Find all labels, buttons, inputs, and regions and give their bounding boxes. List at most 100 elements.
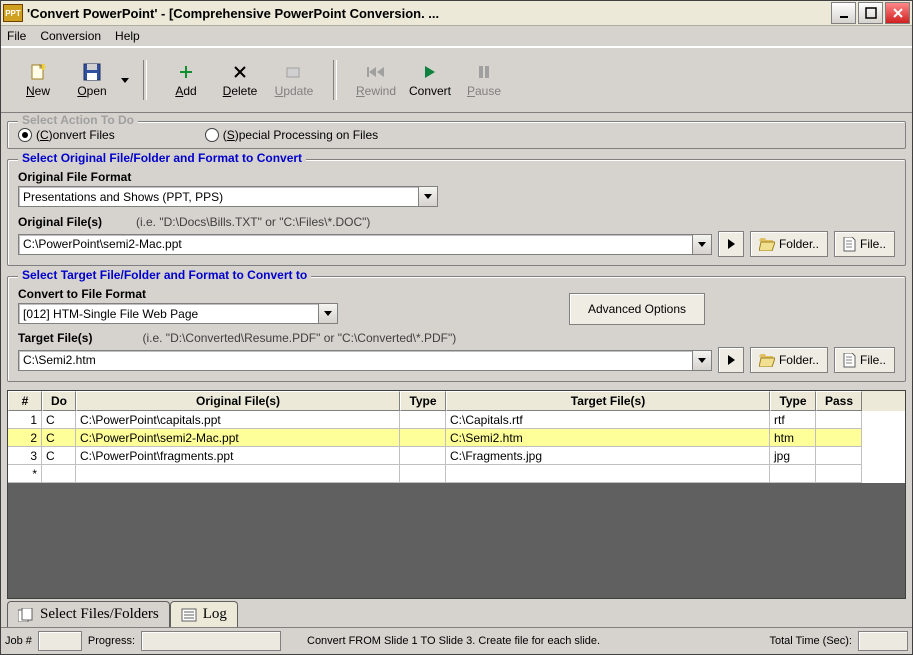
play-small-icon (727, 355, 735, 365)
target-format-select[interactable]: [012] HTM-Single File Web Page (18, 303, 338, 324)
plus-icon (176, 62, 196, 82)
minimize-icon (838, 7, 850, 19)
open-button[interactable]: Open (65, 56, 119, 104)
radio-special-processing[interactable]: (S)pecial Processing on Files (205, 128, 378, 142)
cell-orig: C:\PowerPoint\semi2-Mac.ppt (76, 429, 400, 447)
cell-targ: C:\Semi2.htm (446, 429, 770, 447)
cell-otype (400, 465, 446, 483)
convert-button[interactable]: Convert (403, 56, 457, 104)
orig-format-label: Original File Format (18, 170, 895, 184)
target-format-label: Convert to File Format (18, 287, 559, 301)
toolbar-separator (333, 60, 337, 100)
table-row[interactable]: 1CC:\PowerPoint\capitals.pptC:\Capitals.… (8, 411, 905, 429)
tab-files-label: Select Files/Folders (40, 606, 159, 623)
radio-convert-files[interactable]: (C)onvert Files (18, 128, 115, 142)
target-group: Select Target File/Folder and Format to … (7, 276, 906, 382)
main-area: Select Action To Do (C)onvert Files (S)p… (1, 113, 912, 599)
pause-button[interactable]: Pause (457, 56, 511, 104)
window-title: 'Convert PowerPoint' - [Comprehensive Po… (27, 6, 439, 21)
save-disk-icon (82, 62, 102, 82)
open-label: pen (87, 84, 107, 98)
tab-log[interactable]: Log (170, 601, 238, 627)
orig-folder-button[interactable]: Folder.. (750, 231, 828, 257)
cell-num: 1 (8, 411, 42, 429)
new-label: ew (35, 84, 50, 98)
cell-do: C (42, 411, 76, 429)
cell-num: 3 (8, 447, 42, 465)
action-group: Select Action To Do (C)onvert Files (S)p… (7, 121, 906, 149)
table-header: # Do Original File(s) Type Target File(s… (8, 391, 905, 411)
radio-dot-icon (205, 128, 219, 142)
app-window: PPT 'Convert PowerPoint' - [Comprehensiv… (0, 0, 913, 655)
col-otype[interactable]: Type (400, 391, 446, 411)
update-icon (284, 62, 304, 82)
file-table: # Do Original File(s) Type Target File(s… (7, 390, 906, 599)
target-file-label: File.. (860, 353, 886, 367)
orig-files-input[interactable]: C:\PowerPoint\semi2-Mac.ppt (18, 234, 712, 255)
menu-help[interactable]: Help (115, 29, 140, 43)
cell-num: 2 (8, 429, 42, 447)
target-legend: Select Target File/Folder and Format to … (18, 268, 311, 282)
table-row[interactable]: 3CC:\PowerPoint\fragments.pptC:\Fragment… (8, 447, 905, 465)
chevron-down-icon (318, 304, 337, 323)
menu-file[interactable]: File (7, 29, 26, 43)
action-legend: Select Action To Do (18, 113, 138, 127)
rewind-icon (366, 62, 386, 82)
cell-do (42, 465, 76, 483)
status-job-label: Job # (5, 635, 32, 647)
cell-pass (816, 465, 862, 483)
add-button[interactable]: Add (159, 56, 213, 104)
new-button[interactable]: New (11, 56, 65, 104)
col-orig[interactable]: Original File(s) (76, 391, 400, 411)
target-files-input[interactable]: C:\Semi2.htm (18, 350, 712, 371)
orig-files-hint: (i.e. "D:\Docs\Bills.TXT" or "C:\Files\*… (136, 215, 370, 229)
toolbar: New Open Add Delete Up (1, 47, 912, 113)
orig-format-select[interactable]: Presentations and Shows (PPT, PPS) (18, 186, 438, 207)
orig-files-label: Original File(s) (18, 215, 102, 229)
status-message: Convert FROM Slide 1 TO Slide 3. Create … (287, 635, 763, 647)
maximize-icon (865, 7, 877, 19)
table-row[interactable]: 2CC:\PowerPoint\semi2-Mac.ppt C:\Semi2.ht… (8, 429, 905, 447)
cell-do: C (42, 429, 76, 447)
update-button[interactable]: Update (267, 56, 321, 104)
add-label: dd (183, 84, 196, 98)
col-do[interactable]: Do (42, 391, 76, 411)
source-group: Select Original File/Folder and Format t… (7, 159, 906, 266)
target-go-button[interactable] (718, 347, 744, 373)
cell-pass (816, 429, 862, 447)
status-progress-label: Progress: (88, 635, 135, 647)
rewind-button[interactable]: Rewind (349, 56, 403, 104)
orig-format-value: Presentations and Shows (PPT, PPS) (23, 190, 418, 204)
col-targ[interactable]: Target File(s) (446, 391, 770, 411)
target-files-label: Target File(s) (18, 331, 92, 345)
cell-ttype: rtf (770, 411, 816, 429)
close-button[interactable] (885, 2, 910, 24)
status-time-value (858, 631, 908, 651)
folder-open-icon (759, 238, 775, 251)
orig-folder-label: Folder.. (779, 237, 819, 251)
status-progress-value (141, 631, 281, 651)
col-pass[interactable]: Pass (816, 391, 862, 411)
col-ttype[interactable]: Type (770, 391, 816, 411)
target-folder-button[interactable]: Folder.. (750, 347, 828, 373)
menubar: File Conversion Help (1, 26, 912, 47)
file-icon (843, 237, 856, 252)
tab-select-files[interactable]: Select Files/Folders (7, 601, 170, 627)
cell-orig: C:\PowerPoint\fragments.ppt (76, 447, 400, 465)
x-icon (230, 62, 250, 82)
target-file-button[interactable]: File.. (834, 347, 895, 373)
orig-file-button[interactable]: File.. (834, 231, 895, 257)
orig-file-label: File.. (860, 237, 886, 251)
open-dropdown[interactable] (119, 56, 131, 104)
minimize-button[interactable] (831, 2, 856, 24)
cell-otype (400, 429, 446, 447)
table-row[interactable]: * (8, 465, 905, 483)
advanced-options-button[interactable]: Advanced Options (569, 293, 705, 325)
rewind-label: ewind (365, 84, 396, 98)
col-num[interactable]: # (8, 391, 42, 411)
orig-go-button[interactable] (718, 231, 744, 257)
delete-button[interactable]: Delete (213, 56, 267, 104)
maximize-button[interactable] (858, 2, 883, 24)
menu-conversion[interactable]: Conversion (40, 29, 101, 43)
target-format-value: [012] HTM-Single File Web Page (23, 307, 318, 321)
